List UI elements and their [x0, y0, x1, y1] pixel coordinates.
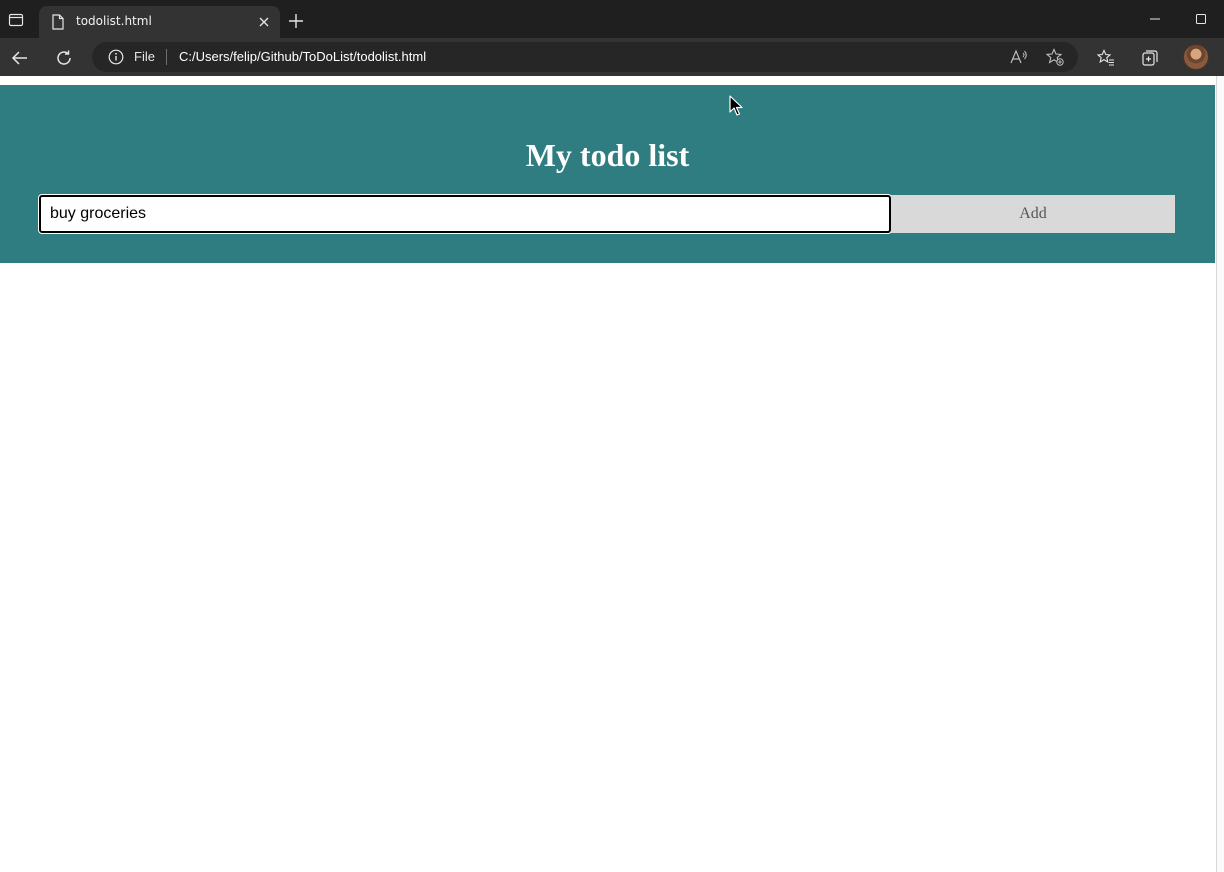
- minimize-button[interactable]: [1146, 10, 1164, 28]
- browser-tab[interactable]: todolist.html: [39, 6, 280, 38]
- new-tab-icon: [289, 14, 303, 28]
- minimize-icon: [1150, 18, 1160, 20]
- mouse-pointer-icon: [729, 95, 743, 116]
- collections-button[interactable]: [1139, 47, 1161, 69]
- refresh-button[interactable]: [53, 47, 75, 69]
- profile-avatar[interactable]: [1184, 45, 1208, 69]
- refresh-icon: [57, 50, 71, 65]
- browser-tab-bar: todolist.html: [0, 0, 1224, 38]
- maximize-icon: [1196, 14, 1206, 24]
- collections-icon: [1142, 50, 1158, 66]
- favorites-icon: [1097, 49, 1114, 66]
- todo-header: My todo list Add: [0, 85, 1215, 263]
- add-favorite-icon: [1046, 48, 1064, 66]
- add-favorite-button[interactable]: [1046, 48, 1064, 66]
- favorites-button[interactable]: [1095, 47, 1117, 69]
- new-tab-button[interactable]: [286, 11, 306, 31]
- address-divider: [166, 49, 167, 65]
- read-aloud-icon: [1010, 49, 1027, 64]
- address-url[interactable]: C:/Users/felip/Github/ToDoList/todolist.…: [179, 49, 426, 64]
- address-bar[interactable]: File C:/Users/felip/Github/ToDoList/todo…: [92, 42, 1078, 72]
- add-button[interactable]: Add: [891, 195, 1175, 233]
- back-button[interactable]: [9, 47, 31, 69]
- tab-title: todolist.html: [76, 14, 152, 28]
- scrollbar[interactable]: [1216, 76, 1224, 872]
- maximize-button[interactable]: [1192, 10, 1210, 28]
- todo-input[interactable]: [38, 194, 892, 234]
- tab-actions-icon: [8, 13, 24, 27]
- browser-toolbar: File C:/Users/felip/Github/ToDoList/todo…: [0, 38, 1224, 76]
- back-icon: [11, 51, 27, 65]
- page-title: My todo list: [525, 137, 690, 173]
- read-aloud-button[interactable]: [1010, 48, 1028, 66]
- tab-actions-button[interactable]: [6, 10, 26, 30]
- page-viewport: My todo list Add: [0, 76, 1216, 872]
- document-icon: [52, 14, 64, 30]
- info-icon[interactable]: [108, 49, 124, 65]
- close-icon: [259, 17, 269, 27]
- address-scheme-label: File: [134, 49, 155, 64]
- tab-close-button[interactable]: [255, 13, 273, 31]
